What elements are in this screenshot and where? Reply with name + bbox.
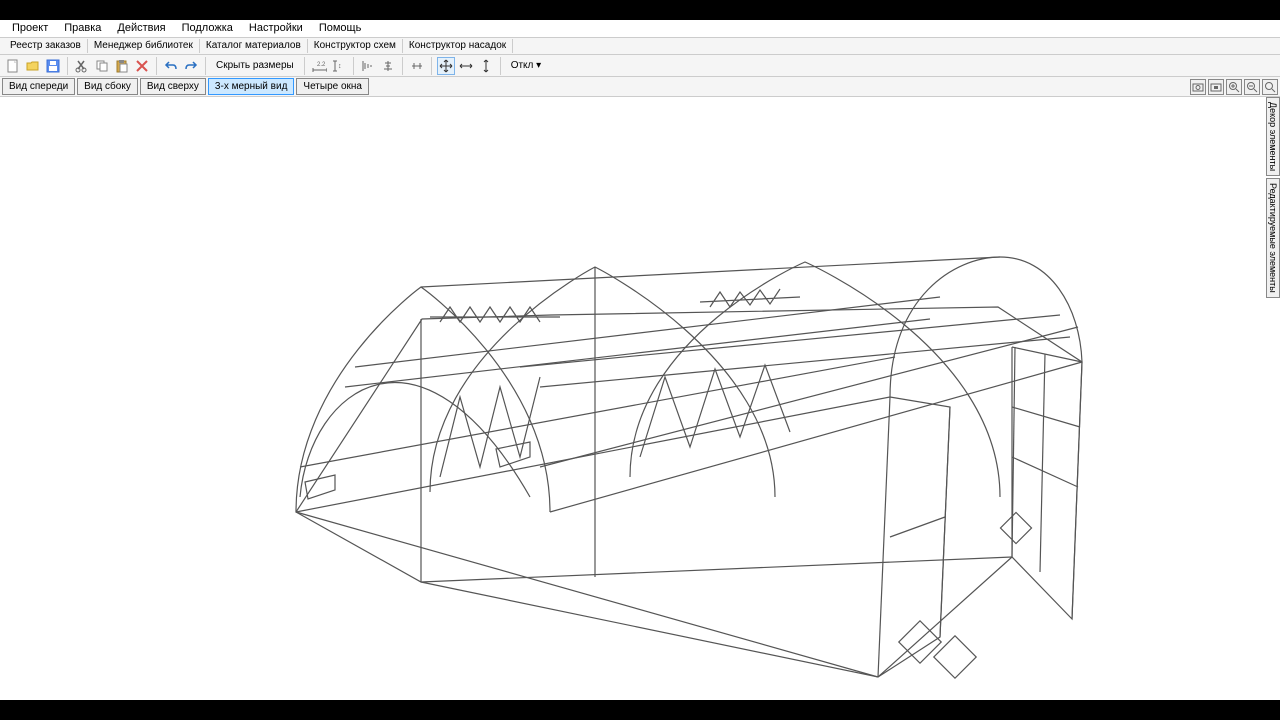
view-front-button[interactable]: Вид спереди — [2, 78, 75, 95]
menu-underlay[interactable]: Подложка — [174, 21, 241, 36]
separator — [500, 57, 501, 75]
paste-icon[interactable] — [113, 57, 131, 75]
menu-actions[interactable]: Действия — [109, 21, 173, 36]
view-top-button[interactable]: Вид сверху — [140, 78, 206, 95]
secondary-menubar: Реестр заказов Менеджер библиотек Катало… — [0, 38, 1280, 55]
align-left-icon[interactable] — [359, 57, 377, 75]
side-tab-editable[interactable]: Редактируемые элементы — [1266, 178, 1280, 298]
menu-project[interactable]: Проект — [4, 21, 56, 36]
menu-help[interactable]: Помощь — [311, 21, 370, 36]
open-file-icon[interactable] — [24, 57, 42, 75]
zoom-in-icon[interactable] — [1226, 79, 1242, 95]
save-icon[interactable] — [44, 57, 62, 75]
hide-dimensions-button[interactable]: Скрыть размеры — [211, 57, 299, 74]
redo-icon[interactable] — [182, 57, 200, 75]
copy-icon[interactable] — [93, 57, 111, 75]
view-four-windows-button[interactable]: Четыре окна — [296, 78, 369, 95]
separator — [67, 57, 68, 75]
deviation-label: Откл — [511, 60, 534, 71]
resize-v-icon[interactable] — [477, 57, 495, 75]
menu-scheme-constructor[interactable]: Конструктор схем — [308, 39, 403, 53]
snapshot-icon[interactable] — [1208, 79, 1224, 95]
dimension-h-icon[interactable]: 2.2 — [310, 57, 328, 75]
side-tabs: Декор элементы Редактируемые элементы — [1266, 97, 1280, 300]
dimension-v-icon[interactable]: ↕ — [330, 57, 348, 75]
zoom-fit-icon[interactable] — [1262, 79, 1278, 95]
menubar: Проект Правка Действия Подложка Настройк… — [0, 20, 1280, 38]
view-side-button[interactable]: Вид сбоку — [77, 78, 138, 95]
camera-icon[interactable] — [1190, 79, 1206, 95]
separator — [304, 57, 305, 75]
deviation-dropdown[interactable]: Откл ▾ — [506, 57, 547, 74]
menu-library-manager[interactable]: Менеджер библиотек — [88, 39, 200, 53]
distribute-icon[interactable] — [408, 57, 426, 75]
align-center-icon[interactable] — [379, 57, 397, 75]
separator — [205, 57, 206, 75]
zoom-out-icon[interactable] — [1244, 79, 1260, 95]
side-tab-decor[interactable]: Декор элементы — [1266, 97, 1280, 176]
delete-icon[interactable] — [133, 57, 151, 75]
view-right-icons — [1190, 79, 1278, 95]
svg-text:2.2: 2.2 — [317, 62, 326, 68]
menu-settings[interactable]: Настройки — [241, 21, 311, 36]
separator — [353, 57, 354, 75]
new-file-icon[interactable] — [4, 57, 22, 75]
separator — [431, 57, 432, 75]
separator — [402, 57, 403, 75]
viewbar: Вид спереди Вид сбоку Вид сверху 3-х мер… — [0, 77, 1280, 97]
greenhouse-wireframe — [0, 97, 1266, 699]
menu-material-catalog[interactable]: Каталог материалов — [200, 39, 308, 53]
cut-icon[interactable] — [73, 57, 91, 75]
move-icon[interactable] — [437, 57, 455, 75]
menu-nozzle-constructor[interactable]: Конструктор насадок — [403, 39, 513, 53]
svg-text:↕: ↕ — [338, 63, 342, 70]
separator — [156, 57, 157, 75]
resize-h-icon[interactable] — [457, 57, 475, 75]
toolbar: Скрыть размеры 2.2 ↕ Откл ▾ — [0, 55, 1280, 77]
undo-icon[interactable] — [162, 57, 180, 75]
view-3d-button[interactable]: 3-х мерный вид — [208, 78, 294, 95]
viewport-3d[interactable] — [0, 97, 1280, 699]
menu-edit[interactable]: Правка — [56, 21, 109, 36]
menu-order-registry[interactable]: Реестр заказов — [4, 39, 88, 53]
app-window: Проект Правка Действия Подложка Настройк… — [0, 20, 1280, 700]
